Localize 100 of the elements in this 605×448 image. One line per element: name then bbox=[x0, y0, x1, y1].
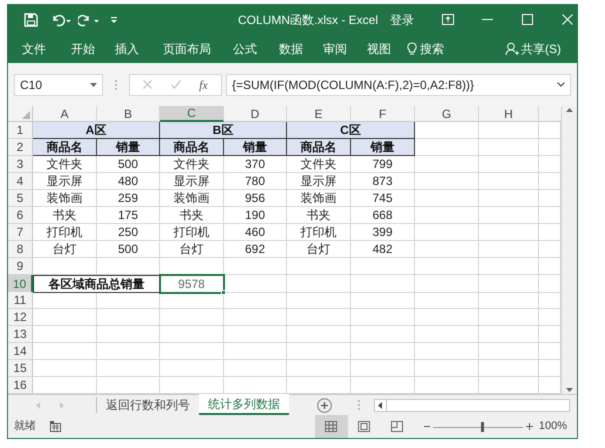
row-header[interactable]: 13 bbox=[8, 326, 33, 343]
table-cell[interactable]: 装饰画 bbox=[33, 190, 97, 207]
empty-cell[interactable] bbox=[415, 292, 479, 309]
table-cell[interactable]: C区 bbox=[287, 122, 415, 139]
row-header[interactable]: 8 bbox=[8, 241, 33, 258]
add-sheet-icon[interactable] bbox=[317, 398, 332, 412]
table-cell[interactable]: 668 bbox=[351, 207, 415, 224]
ribbon-tab[interactable]: 数据 bbox=[279, 40, 303, 58]
table-cell[interactable]: 书夹 bbox=[160, 207, 224, 224]
empty-cell[interactable] bbox=[97, 343, 160, 360]
table-cell[interactable]: 956 bbox=[224, 190, 287, 207]
table-cell[interactable]: 商品名 bbox=[160, 139, 224, 156]
empty-cell[interactable] bbox=[97, 292, 160, 309]
previous-sheet-icon[interactable] bbox=[36, 402, 40, 408]
empty-cell[interactable] bbox=[479, 207, 539, 224]
maximize-icon[interactable] bbox=[522, 14, 534, 25]
row-header[interactable]: 1 bbox=[8, 122, 33, 139]
empty-cell[interactable] bbox=[479, 360, 539, 377]
table-cell[interactable]: 打印机 bbox=[33, 224, 97, 241]
table-cell[interactable]: 装饰画 bbox=[160, 190, 224, 207]
table-cell[interactable]: 台灯 bbox=[287, 241, 351, 258]
column-header[interactable]: G bbox=[415, 106, 479, 122]
insert-function-button[interactable]: fx bbox=[199, 76, 208, 94]
empty-cell[interactable] bbox=[287, 326, 351, 343]
row-header[interactable]: 10 bbox=[8, 275, 33, 293]
table-cell[interactable]: 692 bbox=[224, 241, 287, 258]
empty-cell[interactable] bbox=[479, 139, 539, 156]
empty-cell[interactable] bbox=[287, 309, 351, 326]
empty-cell[interactable] bbox=[415, 207, 479, 224]
empty-cell[interactable] bbox=[160, 292, 224, 309]
table-cell[interactable]: 文件夹 bbox=[160, 156, 224, 173]
macro-record-icon[interactable] bbox=[50, 421, 61, 432]
empty-cell[interactable] bbox=[351, 309, 415, 326]
empty-cell[interactable] bbox=[287, 360, 351, 377]
table-cell[interactable]: 销量 bbox=[351, 139, 415, 156]
table-cell[interactable]: 250 bbox=[97, 224, 160, 241]
row-header[interactable]: 9 bbox=[8, 258, 33, 275]
ribbon-tab[interactable]: 页面布局 bbox=[163, 40, 211, 58]
table-cell[interactable]: 装饰画 bbox=[287, 190, 351, 207]
row-header[interactable]: 16 bbox=[8, 377, 33, 394]
table-cell[interactable]: A区 bbox=[33, 122, 160, 139]
row-header[interactable]: 4 bbox=[8, 173, 33, 190]
table-cell[interactable]: 销量 bbox=[97, 139, 160, 156]
cancel-icon[interactable] bbox=[143, 80, 152, 89]
empty-cell[interactable] bbox=[479, 241, 539, 258]
empty-cell[interactable] bbox=[415, 275, 479, 293]
table-cell[interactable]: 书夹 bbox=[33, 207, 97, 224]
scroll-down-icon[interactable] bbox=[566, 388, 573, 392]
empty-cell[interactable] bbox=[97, 326, 160, 343]
slider-thumb[interactable] bbox=[481, 422, 484, 432]
empty-cell[interactable] bbox=[479, 292, 539, 309]
select-all-icon[interactable] bbox=[22, 111, 30, 119]
save-icon[interactable] bbox=[24, 12, 38, 26]
column-header[interactable]: C bbox=[160, 106, 224, 122]
empty-cell[interactable] bbox=[479, 258, 539, 275]
table-cell[interactable]: 745 bbox=[351, 190, 415, 207]
table-cell[interactable]: 打印机 bbox=[287, 224, 351, 241]
ribbon-tab[interactable]: 插入 bbox=[115, 40, 139, 58]
empty-cell[interactable] bbox=[415, 224, 479, 241]
ribbon-tab[interactable]: 视图 bbox=[367, 40, 391, 58]
empty-cell[interactable] bbox=[479, 224, 539, 241]
share-button[interactable]: 共享(S) bbox=[505, 40, 561, 58]
table-cell[interactable]: 370 bbox=[224, 156, 287, 173]
table-cell[interactable]: 482 bbox=[351, 241, 415, 258]
empty-cell[interactable] bbox=[351, 275, 415, 293]
empty-cell[interactable] bbox=[287, 258, 351, 275]
empty-cell[interactable] bbox=[415, 343, 479, 360]
table-cell[interactable]: 显示屏 bbox=[33, 173, 97, 190]
table-cell[interactable]: 显示屏 bbox=[287, 173, 351, 190]
empty-cell[interactable] bbox=[224, 292, 287, 309]
zoom-slider[interactable] bbox=[432, 422, 523, 432]
empty-cell[interactable] bbox=[415, 173, 479, 190]
empty-cell[interactable] bbox=[224, 326, 287, 343]
empty-cell[interactable] bbox=[479, 309, 539, 326]
table-cell[interactable]: 文件夹 bbox=[287, 156, 351, 173]
table-cell[interactable]: 台灯 bbox=[160, 241, 224, 258]
empty-cell[interactable] bbox=[415, 360, 479, 377]
empty-cell[interactable] bbox=[224, 258, 287, 275]
chevron-icon[interactable] bbox=[557, 82, 565, 87]
table-cell[interactable]: 799 bbox=[351, 156, 415, 173]
table-cell[interactable]: 文件夹 bbox=[33, 156, 97, 173]
empty-cell[interactable] bbox=[287, 292, 351, 309]
empty-cell[interactable] bbox=[97, 360, 160, 377]
row-header[interactable]: 7 bbox=[8, 224, 33, 241]
table-cell[interactable]: 显示屏 bbox=[160, 173, 224, 190]
empty-cell[interactable] bbox=[224, 343, 287, 360]
table-cell[interactable]: 175 bbox=[97, 207, 160, 224]
empty-cell[interactable] bbox=[160, 309, 224, 326]
row-header[interactable]: 2 bbox=[8, 139, 33, 156]
empty-cell[interactable] bbox=[224, 360, 287, 377]
empty-cell[interactable] bbox=[415, 309, 479, 326]
table-cell[interactable]: 销量 bbox=[224, 139, 287, 156]
ribbon-tab[interactable]: 文件 bbox=[22, 40, 46, 58]
empty-cell[interactable] bbox=[415, 241, 479, 258]
scroll-up-icon[interactable] bbox=[566, 108, 573, 112]
redo-icon[interactable] bbox=[78, 12, 100, 26]
empty-cell[interactable] bbox=[479, 156, 539, 173]
empty-cell[interactable] bbox=[160, 343, 224, 360]
empty-cell[interactable] bbox=[415, 258, 479, 275]
next-sheet-icon[interactable] bbox=[60, 402, 64, 408]
